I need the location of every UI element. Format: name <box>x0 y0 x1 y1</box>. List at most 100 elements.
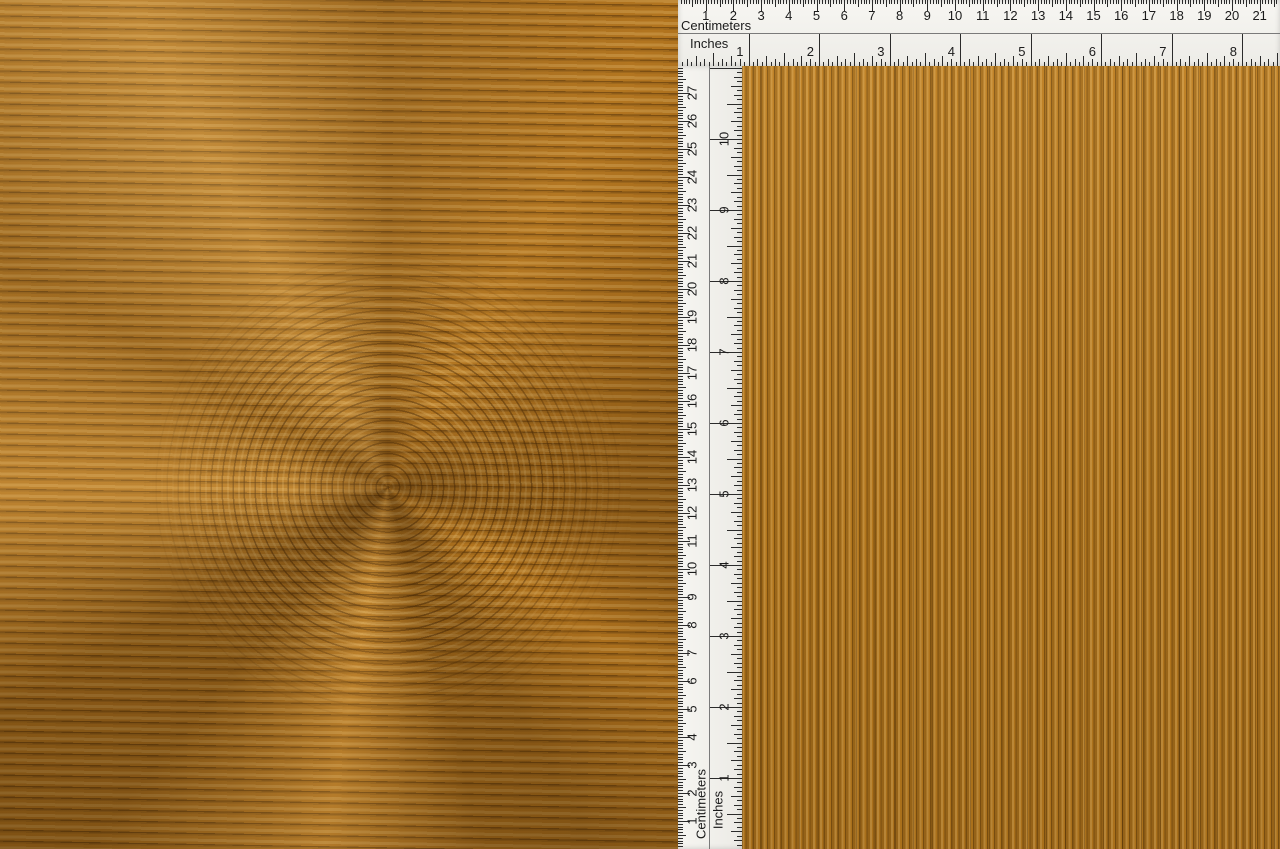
inch-tick-minor <box>734 716 742 717</box>
cm-tick <box>839 0 840 4</box>
inch-tick-minor <box>713 53 714 66</box>
cm-tick <box>678 82 683 83</box>
cm-tick <box>678 239 683 240</box>
cm-tick <box>678 502 683 503</box>
cm-tick <box>678 507 683 508</box>
cm-tick <box>714 0 715 4</box>
inch-tick-minor <box>951 59 952 66</box>
inch-tick-minor <box>734 751 742 752</box>
inch-tick-minor <box>740 59 741 66</box>
cm-tick <box>678 359 686 360</box>
cm-tick <box>678 325 683 326</box>
cm-tick <box>678 141 683 142</box>
inch-tick-minor <box>734 272 742 273</box>
cm-tick <box>678 356 683 357</box>
cm-tick <box>678 675 683 676</box>
cm-tick <box>1005 0 1006 4</box>
cm-tick <box>678 530 683 531</box>
cm-tick-label: 9 <box>924 9 931 22</box>
inch-tick-minor <box>854 53 855 66</box>
cm-tick-label: 21 <box>686 254 699 268</box>
cm-tick <box>678 423 683 424</box>
inch-tick-minor <box>731 405 742 406</box>
cm-tick <box>678 314 683 315</box>
cm-tick <box>678 734 683 735</box>
cm-tick <box>678 757 683 758</box>
inch-tick-minor <box>929 62 930 66</box>
cm-tick-label: 17 <box>686 366 699 380</box>
inch-tick-minor <box>737 374 742 375</box>
inch-tick-minor <box>727 459 742 460</box>
cm-tick <box>678 323 683 324</box>
inch-tick-minor <box>1264 62 1265 66</box>
cm-tick <box>678 73 683 74</box>
cm-tick <box>780 0 781 4</box>
cm-tick-label: 6 <box>686 677 699 684</box>
inch-tick-minor <box>1176 62 1177 66</box>
cm-tick <box>1190 0 1191 7</box>
cm-tick <box>1074 0 1075 4</box>
cm-tick <box>1135 0 1136 7</box>
inch-tick-minor <box>1004 59 1005 66</box>
cm-tick <box>678 213 683 214</box>
cm-tick <box>678 76 683 77</box>
cm-tick <box>1152 0 1153 4</box>
inch-tick-minor <box>1238 62 1239 66</box>
inch-tick-minor <box>734 787 742 788</box>
cm-tick <box>678 720 683 721</box>
cm-tick <box>678 611 686 612</box>
cm-tick-label: 4 <box>686 733 699 740</box>
inch-tick-minor <box>737 365 742 366</box>
inch-tick-minor <box>737 108 742 109</box>
inch-tick-minor <box>737 578 742 579</box>
inch-tick-minor <box>1198 59 1199 66</box>
cm-tick <box>678 337 683 338</box>
inch-tick-minor <box>982 62 983 66</box>
inch-tick-minor <box>722 59 723 66</box>
cm-tick <box>678 127 683 128</box>
inch-tick-minor <box>828 59 829 66</box>
cm-tick <box>678 107 686 108</box>
inch-tick-minor <box>788 62 789 66</box>
cm-tick <box>678 594 683 595</box>
inch-tick-minor <box>1048 56 1049 66</box>
cm-tick <box>678 351 683 352</box>
cm-tick <box>678 132 683 133</box>
inch-tick-minor <box>737 756 742 757</box>
cm-tick <box>678 731 683 732</box>
cm-tick <box>972 0 973 4</box>
cm-tick <box>678 331 686 332</box>
cm-tick <box>1130 0 1131 4</box>
inch-tick-minor <box>734 414 742 415</box>
cm-tick <box>822 0 823 4</box>
inch-tick-minor <box>737 534 742 535</box>
cm-tick <box>678 180 683 181</box>
cm-tick <box>678 636 683 637</box>
cm-tick <box>678 129 683 130</box>
cm-tick-label: 10 <box>948 9 962 22</box>
vertical-inch-unit-label: Inches <box>712 791 725 829</box>
inch-tick-label: 3 <box>718 632 731 639</box>
inch-tick-minor <box>1202 62 1203 66</box>
cm-tick <box>678 510 683 511</box>
cm-tick <box>805 0 806 4</box>
cm-tick-label: 7 <box>686 649 699 656</box>
cm-tick-label: 5 <box>813 9 820 22</box>
inch-tick-minor <box>727 246 742 247</box>
cm-tick-label: 11 <box>686 534 699 548</box>
cm-tick <box>678 230 683 231</box>
inch-tick-minor <box>920 62 921 66</box>
cm-tick-label: 19 <box>1197 9 1211 22</box>
cm-tick <box>678 300 683 301</box>
cm-tick-label: 5 <box>686 705 699 712</box>
cm-tick <box>678 247 686 248</box>
cm-tick <box>1226 0 1227 4</box>
cm-tick <box>728 0 729 4</box>
cm-tick-label: 21 <box>1252 9 1266 22</box>
inch-tick-minor <box>737 135 742 136</box>
cm-tick <box>678 488 683 489</box>
inch-tick-minor <box>1163 59 1164 66</box>
inch-tick-minor <box>1013 56 1014 66</box>
cm-tick <box>952 0 953 4</box>
cm-tick <box>678 169 683 170</box>
